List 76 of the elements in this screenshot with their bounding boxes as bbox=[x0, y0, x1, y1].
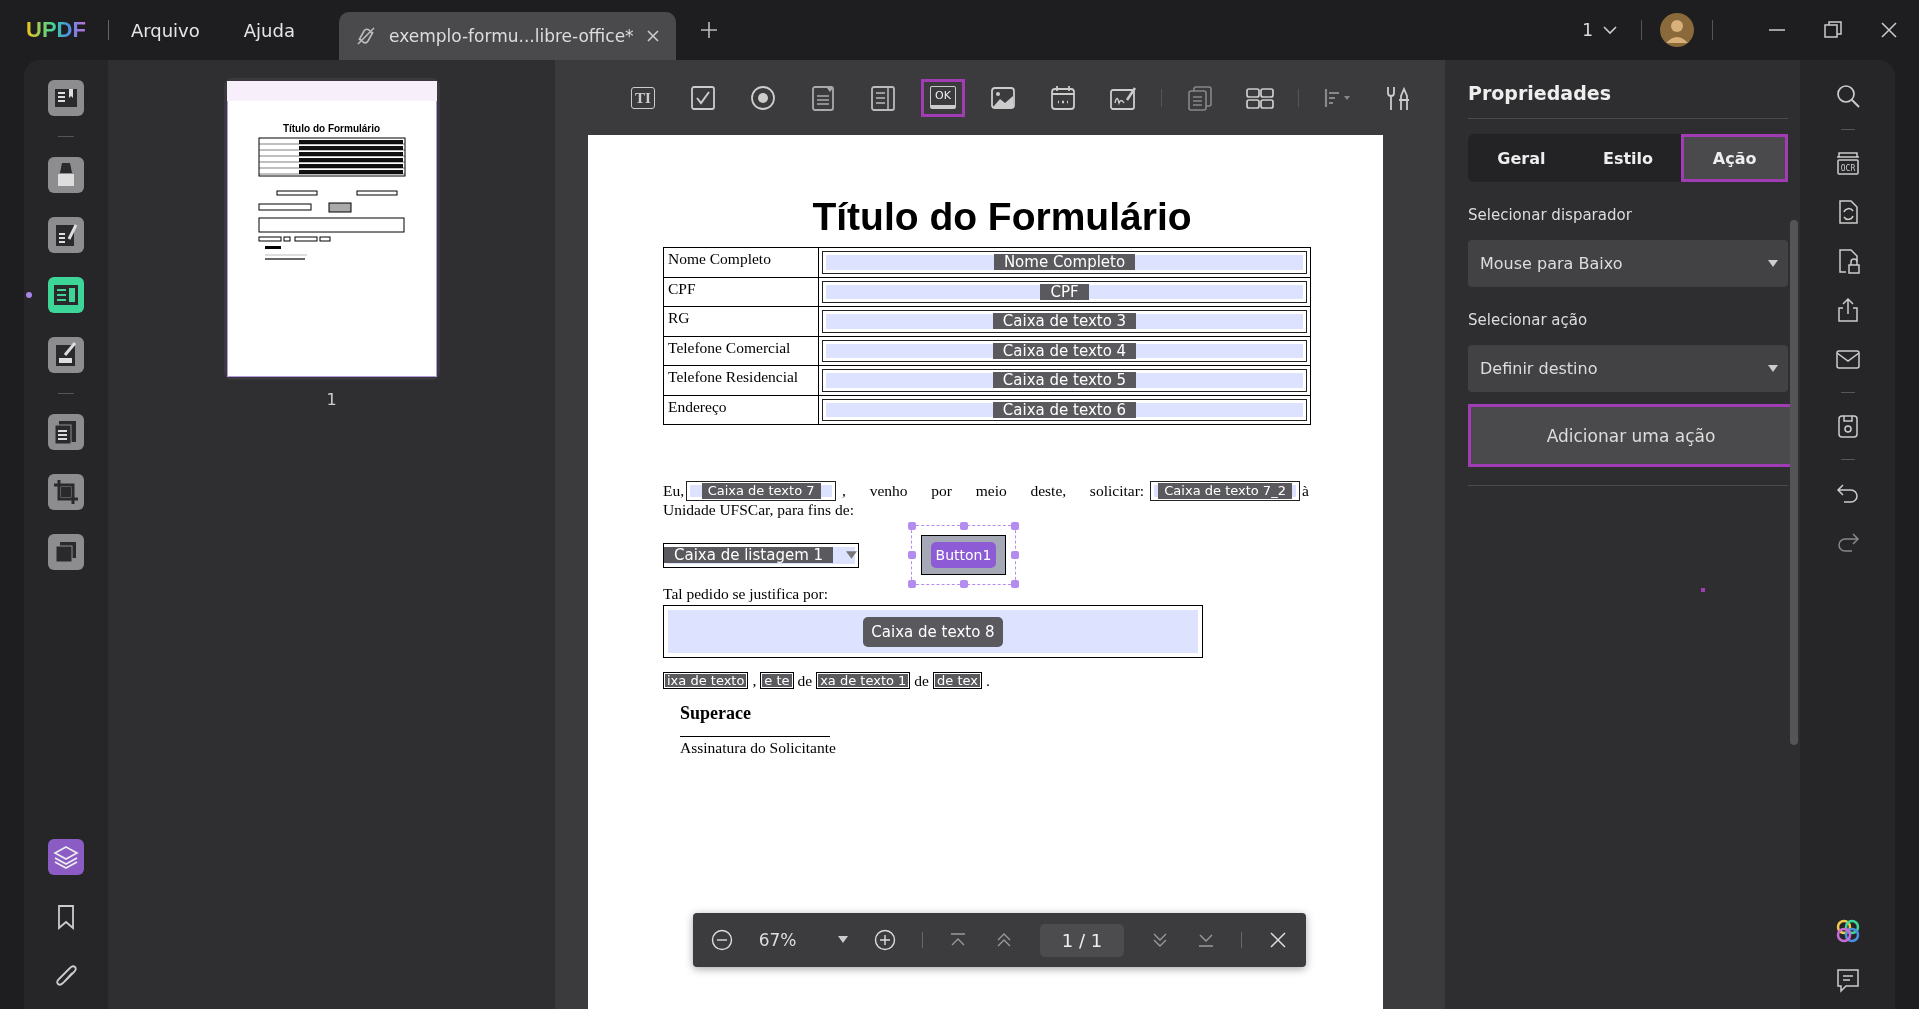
table-cell: Nome Completo bbox=[664, 248, 819, 277]
text-field[interactable]: de tex bbox=[933, 672, 982, 689]
body-text: Unidade UFSCar, para fins de: bbox=[663, 501, 854, 519]
document-tab[interactable]: exemplo-formu...libre-office* bbox=[339, 12, 676, 60]
zoom-in-icon[interactable] bbox=[874, 929, 897, 951]
text-field[interactable]: Nome Completo bbox=[822, 251, 1307, 274]
tab[interactable]: Ação bbox=[1681, 134, 1788, 182]
caret-icon bbox=[1768, 259, 1778, 268]
text-field[interactable]: e te bbox=[760, 672, 794, 689]
book-icon[interactable] bbox=[48, 80, 84, 116]
text-field-tool[interactable]: TI bbox=[621, 78, 665, 117]
trigger-dropdown[interactable]: Mouse para Baixo bbox=[1468, 240, 1788, 287]
table-cell: Telefone Comercial bbox=[664, 336, 819, 365]
text-field[interactable]: Caixa de texto 4 bbox=[822, 339, 1307, 362]
signer-name: Superace bbox=[680, 703, 752, 724]
sign-icon[interactable] bbox=[48, 337, 84, 373]
page-field[interactable]: 1 / 1 bbox=[1039, 923, 1125, 957]
form-icon[interactable] bbox=[48, 277, 84, 313]
body-text: de bbox=[797, 673, 813, 689]
table-cell: RG bbox=[664, 307, 819, 336]
highlighter-icon[interactable] bbox=[48, 157, 84, 193]
text-field[interactable]: ixa de texto bbox=[663, 672, 749, 689]
text-field[interactable]: Caixa de texto 6 bbox=[822, 398, 1307, 421]
document-title: Título do Formulário bbox=[811, 195, 1192, 239]
unlinked-icon bbox=[355, 25, 377, 47]
close-icon[interactable] bbox=[645, 29, 660, 43]
edit-icon[interactable] bbox=[48, 217, 84, 253]
signature-caption: Assinatura do Solicitante bbox=[680, 739, 836, 757]
thumbnail-title: Título do Formulário bbox=[282, 123, 381, 134]
table-cell: CPF bbox=[664, 277, 819, 306]
caret-icon bbox=[845, 550, 858, 560]
tab[interactable]: Geral bbox=[1468, 134, 1575, 182]
avatar-icon[interactable] bbox=[1660, 13, 1694, 47]
text-area[interactable]: Caixa de texto 8 bbox=[663, 605, 1203, 658]
push-button[interactable]: Button1 bbox=[921, 535, 1006, 575]
menu-item[interactable]: Ajuda bbox=[243, 19, 295, 41]
text-field[interactable]: xa de texto 1 bbox=[816, 672, 911, 689]
caret-icon bbox=[838, 936, 849, 944]
scrollbar[interactable] bbox=[1790, 220, 1798, 745]
field-label: Selecionar disparador bbox=[1468, 206, 1633, 224]
panel-title: Propriedades bbox=[1468, 82, 1612, 104]
field-label: Selecionar ação bbox=[1468, 311, 1589, 329]
chevron-down-icon bbox=[1603, 25, 1617, 35]
list-box[interactable]: Caixa de listagem 1 bbox=[663, 542, 859, 568]
text-field[interactable]: Caixa de texto 5 bbox=[822, 369, 1307, 392]
action-dropdown[interactable]: Definir destino bbox=[1468, 345, 1788, 392]
pages-icon[interactable] bbox=[48, 414, 84, 450]
body-text: de bbox=[914, 673, 929, 689]
layers-icon[interactable] bbox=[48, 839, 84, 875]
page-thumbnail[interactable]: Título do Formulário bbox=[223, 78, 440, 380]
text-field[interactable]: Caixa de texto 7 bbox=[686, 481, 837, 501]
close-icon[interactable] bbox=[1879, 20, 1899, 40]
text-field[interactable]: CPF bbox=[822, 280, 1307, 303]
body-text: . bbox=[985, 673, 990, 689]
menu-item[interactable]: Arquivo bbox=[130, 19, 200, 41]
close-icon[interactable] bbox=[1267, 930, 1288, 950]
table-cell: Telefone Residencial bbox=[664, 366, 819, 395]
table-cell: Endereço bbox=[664, 395, 819, 424]
body-text: Eu, bbox=[663, 482, 685, 500]
caret-icon bbox=[1768, 364, 1778, 373]
crop-icon[interactable] bbox=[48, 474, 84, 510]
window-count-button[interactable]: 1 bbox=[1576, 19, 1623, 41]
page-number: 1 bbox=[326, 390, 337, 409]
body-text: à bbox=[1302, 482, 1309, 500]
body-text: , venho por meio deste, solicitar: bbox=[841, 482, 1146, 500]
tab[interactable]: Estilo bbox=[1574, 134, 1682, 182]
zoom-dropdown[interactable]: 67% bbox=[758, 930, 849, 950]
zoom-out-icon[interactable] bbox=[711, 929, 733, 951]
add-tab-icon[interactable] bbox=[699, 21, 718, 39]
text-field[interactable]: Caixa de texto 3 bbox=[822, 310, 1307, 333]
text-field[interactable]: Caixa de texto 7_2 bbox=[1150, 481, 1301, 501]
push-button-tool[interactable]: OK bbox=[921, 78, 965, 117]
body-text: Tal pedido se justifica por: bbox=[663, 585, 829, 603]
copy-icon[interactable] bbox=[48, 534, 84, 570]
body-text: , bbox=[752, 673, 757, 689]
restore-icon[interactable] bbox=[1823, 20, 1843, 40]
